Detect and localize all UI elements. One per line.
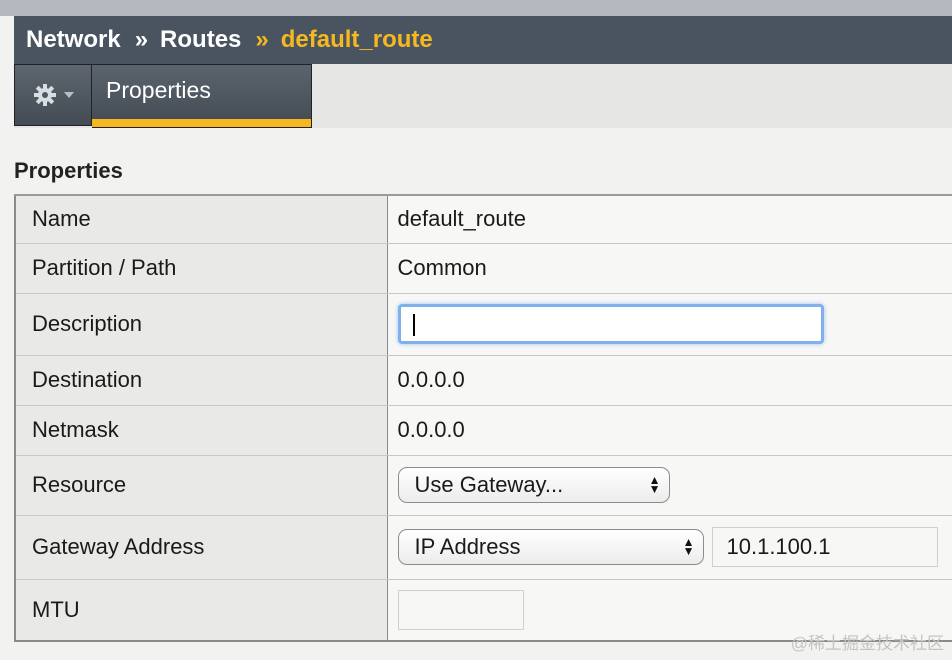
description-label: Description bbox=[14, 292, 388, 356]
netmask-label: Netmask bbox=[14, 404, 388, 456]
tab-bar: Properties bbox=[14, 64, 952, 128]
partition-label: Partition / Path bbox=[14, 242, 388, 294]
table-row: Resource Use Gateway... ▲ ▼ bbox=[14, 454, 952, 516]
name-label: Name bbox=[14, 194, 388, 244]
resource-selected-value: Use Gateway... bbox=[414, 472, 564, 497]
table-row: Netmask 0.0.0.0 bbox=[14, 404, 952, 456]
destination-value: 0.0.0.0 bbox=[386, 354, 952, 406]
resource-label: Resource bbox=[14, 454, 388, 516]
breadcrumb-network[interactable]: Network bbox=[26, 26, 121, 54]
breadcrumb-separator: » bbox=[134, 26, 148, 53]
gateway-type-selected: IP Address bbox=[414, 534, 521, 559]
gear-icon bbox=[32, 82, 58, 108]
tab-properties[interactable]: Properties bbox=[92, 64, 312, 128]
mtu-input[interactable] bbox=[397, 589, 524, 630]
description-input[interactable] bbox=[397, 304, 824, 344]
select-arrows-icon: ▲ ▼ bbox=[648, 473, 661, 496]
tab-label: Properties bbox=[106, 77, 211, 103]
mtu-label: MTU bbox=[14, 578, 388, 642]
breadcrumb-routes[interactable]: Routes bbox=[160, 26, 241, 54]
properties-table: Name default_route Partition / Path Comm… bbox=[14, 194, 952, 642]
gateway-label: Gateway Address bbox=[14, 514, 388, 580]
breadcrumb-separator: » bbox=[255, 26, 268, 53]
gateway-type-select[interactable]: IP Address ▲ ▼ bbox=[397, 529, 704, 565]
gateway-address-input[interactable]: 10.1.100.1 bbox=[711, 527, 938, 567]
table-row: Partition / Path Common bbox=[14, 242, 952, 294]
name-value: default_route bbox=[386, 194, 952, 244]
resource-select[interactable]: Use Gateway... ▲ ▼ bbox=[397, 467, 670, 503]
table-row: Gateway Address IP Address ▲ ▼ 10.1.100.1 bbox=[14, 514, 952, 580]
section-title: Properties bbox=[14, 158, 123, 183]
table-row: Name default_route bbox=[14, 194, 952, 244]
breadcrumb: Network » Routes » default_route bbox=[14, 16, 952, 64]
top-strip bbox=[0, 0, 952, 16]
text-caret bbox=[412, 314, 415, 336]
table-row: Description bbox=[14, 292, 952, 356]
select-arrows-icon: ▲ ▼ bbox=[682, 535, 695, 558]
table-row: Destination 0.0.0.0 bbox=[14, 354, 952, 406]
gear-menu-button[interactable] bbox=[14, 64, 92, 126]
destination-label: Destination bbox=[14, 354, 388, 406]
netmask-value: 0.0.0.0 bbox=[386, 404, 952, 456]
chevron-down-icon bbox=[64, 92, 74, 98]
partition-value: Common bbox=[386, 242, 952, 294]
breadcrumb-current: default_route bbox=[280, 26, 433, 53]
watermark: @稀土掘金技术社区 bbox=[790, 634, 944, 653]
active-tab-indicator bbox=[92, 119, 311, 127]
